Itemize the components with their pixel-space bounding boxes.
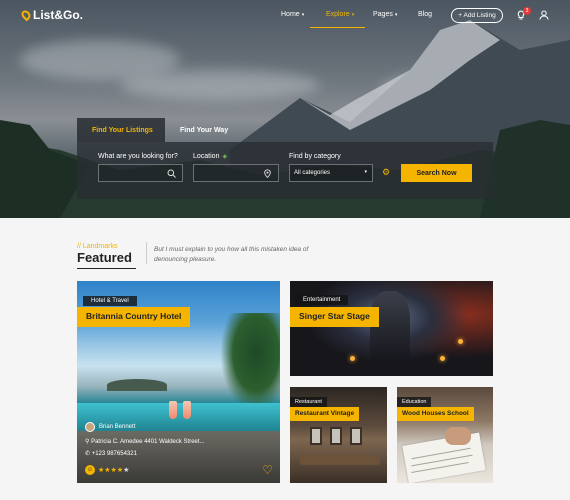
chevron-down-icon: ▾ <box>301 12 305 18</box>
card-category[interactable]: Hotel & Travel <box>83 296 137 306</box>
section-description: But I must explain to you how all this m… <box>154 246 309 263</box>
card-address: ⚲ Patricia C. Amedee 4401 Waldeck Street… <box>85 439 205 445</box>
stage-light <box>458 339 463 344</box>
title-underline <box>77 268 136 269</box>
category-select[interactable]: All categories ▾ <box>289 164 373 182</box>
location-pin-icon <box>264 169 271 178</box>
section-subtitle: // Landmarks <box>77 243 118 250</box>
author-name: Brian Bennett <box>99 424 136 430</box>
stage-light <box>440 356 445 361</box>
card-title[interactable]: Britannia Country Hotel <box>77 307 191 327</box>
window <box>330 427 342 445</box>
window <box>350 427 362 445</box>
nav-item-pages[interactable]: Pages ▾ <box>373 11 397 18</box>
section-title: Featured <box>77 250 132 265</box>
listing-card-entertainment[interactable]: Entertainment Singer Star Stage <box>290 281 493 376</box>
card-title[interactable]: Restaurant Vintage <box>290 407 360 421</box>
search-panel: What are you looking for? Location ◈ Find… <box>77 142 493 199</box>
what-label: What are you looking for? <box>98 153 178 160</box>
tab-find-way[interactable]: Find Your Way <box>165 118 255 142</box>
search-tabs: Find Your Listings Find Your Way <box>77 118 247 142</box>
search-icon <box>167 169 176 178</box>
heart-icon[interactable]: ♡ <box>262 463 273 477</box>
card-title[interactable]: Singer Star Stage <box>290 307 379 327</box>
card-author[interactable]: Brian Bennett <box>85 422 135 432</box>
tab-find-listings[interactable]: Find Your Listings <box>77 118 165 142</box>
chevron-down-icon: ▾ <box>394 12 398 18</box>
palm-tree <box>220 313 280 413</box>
add-listing-button[interactable]: + Add Listing <box>451 8 503 23</box>
stage-light <box>350 356 355 361</box>
header-divider <box>146 242 147 264</box>
listing-card-hotel[interactable]: Hotel & Travel Britannia Country Hotel B… <box>77 281 280 483</box>
category-label: Find by category <box>289 153 341 160</box>
map-pin-icon <box>19 8 33 22</box>
card-title[interactable]: Wood Houses School <box>397 407 474 421</box>
location-input[interactable] <box>193 164 279 182</box>
top-nav: List&Go. Home ▾ Explore ▾ Pages ▾ Blog + Ad… <box>0 0 570 30</box>
nav-item-explore[interactable]: Explore ▾ <box>326 11 354 18</box>
drink-glass <box>183 401 191 419</box>
what-input[interactable] <box>98 164 183 182</box>
gear-icon[interactable]: ⚙ <box>382 167 390 178</box>
listing-card-education[interactable]: Education Wood Houses School <box>397 387 493 483</box>
card-category[interactable]: Restaurant <box>290 397 327 407</box>
avatar <box>85 422 95 432</box>
rating-icon: ☺ <box>85 465 95 475</box>
user-icon[interactable] <box>539 10 549 20</box>
card-phone: ✆ +123 987654321 <box>85 451 137 457</box>
nav-item-home[interactable]: Home ▾ <box>281 11 304 18</box>
logo[interactable]: List&Go. <box>19 8 83 22</box>
writing-hand <box>445 427 471 445</box>
location-label-wrap: Location ◈ <box>193 153 227 160</box>
card-category[interactable]: Entertainment <box>295 295 349 305</box>
notification-badge: 3 <box>523 7 531 15</box>
logo-text: List&Go. <box>33 8 83 22</box>
card-rating: ☺ ★★★★★ <box>85 465 129 475</box>
star-rating: ★★★★★ <box>98 467 130 474</box>
hero-banner: List&Go. Home ▾ Explore ▾ Pages ▾ Blog + Ad… <box>0 0 570 218</box>
search-now-button[interactable]: Search Now <box>401 164 472 182</box>
chevron-down-icon: ▾ <box>364 169 367 175</box>
active-nav-indicator <box>310 27 365 28</box>
location-label: Location <box>193 153 220 160</box>
phone-icon: ✆ <box>85 451 92 457</box>
island <box>107 379 167 391</box>
window <box>310 427 322 445</box>
drink-glass <box>169 401 177 419</box>
category-selected: All categories <box>294 170 331 176</box>
dining-table <box>300 455 380 465</box>
nav-item-blog[interactable]: Blog <box>418 11 432 18</box>
target-icon: ◈ <box>222 154 228 160</box>
card-category[interactable]: Education <box>397 397 432 407</box>
chevron-down-icon: ▾ <box>351 12 355 18</box>
listing-card-restaurant[interactable]: Restaurant Restaurant Vintage <box>290 387 387 483</box>
